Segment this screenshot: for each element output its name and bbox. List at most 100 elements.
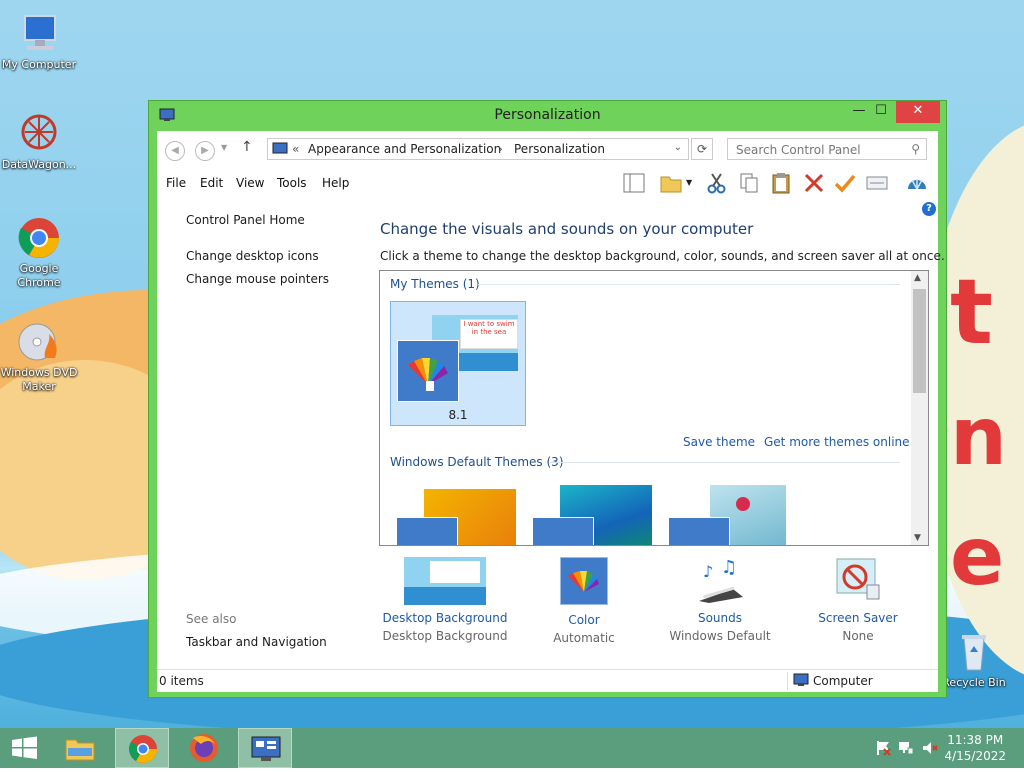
desktop-icon-chrome[interactable]: Google Chrome <box>0 216 79 290</box>
menu-file[interactable]: File <box>166 176 186 190</box>
theme-list-scrollbar[interactable]: ▲ ▼ <box>911 271 928 545</box>
search-input[interactable]: Search Control Panel ⚲ <box>727 138 927 160</box>
desktop-icon-label: Windows DVD Maker <box>0 366 78 393</box>
theme-tile-8-1[interactable]: I want to swim in the sea 8.1 <box>390 301 526 426</box>
file-explorer-taskbar-button[interactable] <box>54 728 108 768</box>
paste-icon[interactable] <box>769 171 793 195</box>
wallpaper-letter: n <box>950 390 1007 483</box>
address-field[interactable]: « Appearance and Personalization › Perso… <box>267 138 689 160</box>
desktop-background-icon <box>404 557 486 605</box>
wallpaper-letter: t <box>950 260 994 365</box>
left-pane: Control Panel Home Change desktop icons … <box>157 199 375 669</box>
maximize-button[interactable]: ☐ <box>866 101 896 123</box>
folder-options-icon[interactable] <box>659 171 683 195</box>
desktop-icon-my-computer[interactable]: My Computer <box>0 12 79 72</box>
my-themes-label: My Themes (1) <box>390 277 480 291</box>
refresh-button[interactable]: ⟳ <box>691 138 713 160</box>
clock-date: 4/15/2022 <box>944 749 1006 763</box>
dvd-maker-icon <box>17 320 61 364</box>
desktop-background-link[interactable]: Desktop Background <box>380 611 510 625</box>
color-item[interactable]: Color Automatic <box>519 557 649 645</box>
theme-sign-text: I want to swim in the sea <box>460 319 518 349</box>
screen-saver-link[interactable]: Screen Saver <box>793 611 923 625</box>
window-client: ◀ ▶ ▼ ↑ « Appearance and Personalization… <box>157 131 945 692</box>
theme-tile-windows[interactable] <box>394 489 518 545</box>
menu-view[interactable]: View <box>236 176 264 190</box>
copy-icon[interactable] <box>737 171 761 195</box>
change-mouse-pointers-link[interactable]: Change mouse pointers <box>186 272 329 286</box>
sounds-item[interactable]: ♪ ♫ Sounds Windows Default <box>655 557 785 643</box>
address-dropdown-icon[interactable]: ⌄ <box>674 142 682 153</box>
save-theme-link[interactable]: Save theme <box>683 435 755 449</box>
taskbar-navigation-link[interactable]: Taskbar and Navigation <box>186 635 327 649</box>
back-button[interactable]: ◀ <box>165 141 185 161</box>
tray-flag-icon[interactable] <box>875 740 891 756</box>
color-palette-icon <box>560 557 608 605</box>
taskbar-clock[interactable]: 11:38 PM 4/15/2022 <box>944 732 1006 764</box>
chrome-icon <box>17 216 61 260</box>
desktop-background-item[interactable]: Desktop Background Desktop Background <box>380 557 510 643</box>
firefox-taskbar-button[interactable] <box>177 728 231 768</box>
tray-volume-muted-icon[interactable] <box>922 740 938 756</box>
start-button[interactable] <box>0 728 54 768</box>
cut-icon[interactable] <box>705 171 729 195</box>
breadcrumb-personalization[interactable]: Personalization <box>514 142 605 156</box>
scroll-down-icon[interactable]: ▼ <box>914 533 921 543</box>
delete-icon[interactable] <box>802 171 826 195</box>
color-palette-icon <box>668 517 730 545</box>
theme-list: My Themes (1) I want to swim in the sea … <box>379 270 929 546</box>
address-cp-icon <box>272 142 288 159</box>
svg-text:♫: ♫ <box>721 557 737 578</box>
status-item-count: 0 items <box>159 674 204 688</box>
scroll-up-icon[interactable]: ▲ <box>914 273 921 283</box>
theme-tile-lines-colors[interactable] <box>530 485 654 545</box>
checkmark-icon[interactable] <box>833 171 857 195</box>
folder-options-dropdown-icon[interactable]: ▼ <box>686 178 692 187</box>
get-more-themes-link[interactable]: Get more themes online <box>764 435 910 449</box>
control-panel-home-link[interactable]: Control Panel Home <box>186 213 305 227</box>
computer-icon <box>793 673 809 690</box>
desktop-icon-datawagon[interactable]: DataWagon... <box>0 112 79 172</box>
status-location: Computer <box>813 674 873 688</box>
control-panel-taskbar-button[interactable] <box>238 728 292 768</box>
up-button[interactable]: ↑ <box>241 139 253 155</box>
layout-pane-icon[interactable] <box>622 171 646 195</box>
menu-help[interactable]: Help <box>322 176 349 190</box>
screen-saver-item[interactable]: Screen Saver None <box>793 557 923 643</box>
recent-pages-dropdown[interactable]: ▼ <box>221 143 227 152</box>
taskbar: 11:38 PM 4/15/2022 <box>0 728 1024 768</box>
clock-time: 11:38 PM <box>947 733 1004 747</box>
color-link[interactable]: Color <box>519 613 649 627</box>
status-bar: 0 items Computer <box>157 669 938 692</box>
theme-name: 8.1 <box>448 408 468 422</box>
page-subheading: Click a theme to change the desktop back… <box>380 249 945 263</box>
color-value: Automatic <box>553 631 615 645</box>
title-bar[interactable]: Personalization — ☐ ✕ <box>149 101 946 131</box>
breadcrumb-appearance[interactable]: Appearance and Personalization <box>308 142 501 156</box>
desktop-icon-label: DataWagon... <box>1 158 77 171</box>
screen-saver-value: None <box>842 629 874 643</box>
window-title: Personalization <box>494 107 601 123</box>
address-prefix: « <box>292 142 300 156</box>
shell-icon[interactable] <box>905 171 929 195</box>
forward-button[interactable]: ▶ <box>195 141 215 161</box>
sounds-link[interactable]: Sounds <box>655 611 785 625</box>
desktop-icon-label: My Computer <box>1 58 77 71</box>
menu-edit[interactable]: Edit <box>200 176 223 190</box>
desktop-icon-dvd-maker[interactable]: Windows DVD Maker <box>0 320 79 394</box>
menu-tools[interactable]: Tools <box>277 176 307 190</box>
status-divider <box>787 672 788 690</box>
desktop-icon-label: Recycle Bin <box>942 676 1006 689</box>
recycle-bin-icon <box>952 630 996 674</box>
group-divider <box>478 284 900 285</box>
change-desktop-icons-link[interactable]: Change desktop icons <box>186 249 319 263</box>
datawagon-icon <box>17 112 61 156</box>
theme-tile-flowers[interactable] <box>666 485 790 545</box>
tray-network-icon[interactable] <box>898 740 914 756</box>
sounds-icon: ♪ ♫ <box>693 557 747 603</box>
close-button[interactable]: ✕ <box>896 101 940 123</box>
properties-icon[interactable] <box>865 171 889 195</box>
scroll-thumb[interactable] <box>913 289 926 393</box>
sounds-value: Windows Default <box>669 629 771 643</box>
chrome-taskbar-button[interactable] <box>115 728 169 768</box>
